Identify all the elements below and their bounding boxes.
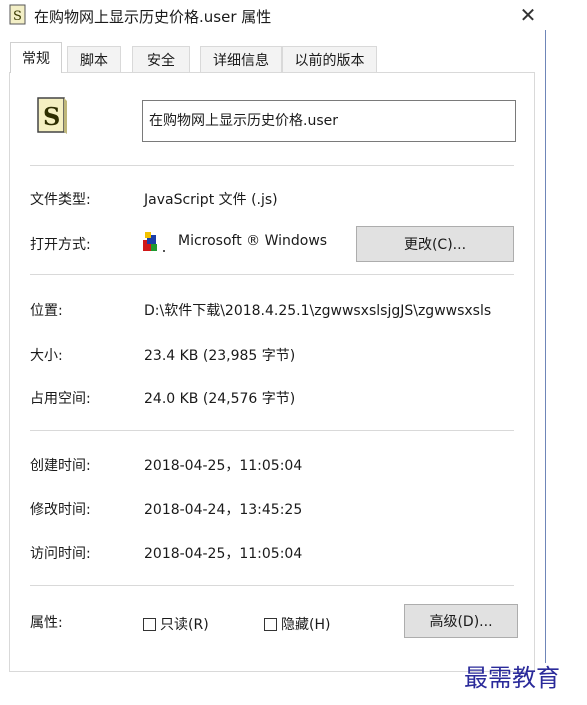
close-button[interactable]: ✕ (508, 0, 548, 30)
open-with-label: 打开方式: (30, 237, 91, 253)
tab-previous-versions[interactable]: 以前的版本 (282, 46, 377, 72)
separator (30, 165, 514, 166)
hidden-checkbox[interactable]: 隐藏(H) (264, 614, 330, 634)
tab-details[interactable]: 详细信息 (200, 46, 282, 72)
size-value: 23.4 KB (23,985 字节) (144, 348, 296, 364)
close-icon: ✕ (519, 3, 537, 27)
file-type-label: 文件类型: (30, 192, 91, 208)
script-file-icon: S (37, 97, 67, 134)
disk-size-label: 占用空间: (30, 391, 91, 407)
hidden-label: 隐藏(H) (281, 617, 331, 633)
checkbox-box[interactable] (143, 617, 156, 631)
created-label: 创建时间: (30, 458, 91, 474)
windows-host-icon (143, 232, 165, 252)
script-file-icon: S (9, 4, 26, 25)
readonly-checkbox[interactable]: 只读(R) (143, 614, 209, 634)
general-tab-panel (9, 72, 535, 672)
modified-label: 修改时间: (30, 502, 91, 518)
size-label: 大小: (30, 348, 63, 364)
window-title: 在购物网上显示历史价格.user 属性 (34, 8, 272, 26)
separator (30, 430, 514, 431)
modified-value: 2018-04-24，13:45:25 (144, 502, 303, 518)
title-bar: S 在购物网上显示历史价格.user 属性 ✕ (0, 0, 587, 36)
separator (30, 585, 514, 586)
open-with-value: Microsoft ® Windows (178, 233, 328, 249)
readonly-label: 只读(R) (160, 617, 209, 633)
watermark-text: 最需教育 (464, 664, 560, 692)
checkbox-box[interactable] (264, 617, 277, 631)
advanced-button[interactable]: 高级(D)... (404, 604, 518, 638)
location-value: D:\软件下载\2018.4.25.1\zgwwsxslsjgJS\zgwwsx… (144, 303, 492, 319)
tab-security[interactable]: 安全 (132, 46, 190, 72)
file-name-field[interactable]: 在购物网上显示历史价格.user (142, 100, 516, 142)
window-border (545, 30, 546, 663)
tab-general[interactable]: 常规 (10, 42, 62, 73)
change-button[interactable]: 更改(C)... (356, 226, 514, 262)
svg-text:S: S (13, 9, 22, 24)
accessed-label: 访问时间: (30, 546, 91, 562)
disk-size-value: 24.0 KB (24,576 字节) (144, 391, 296, 407)
created-value: 2018-04-25，11:05:04 (144, 458, 303, 474)
svg-text:S: S (43, 102, 60, 131)
file-type-value: JavaScript 文件 (.js) (144, 192, 278, 208)
tab-script[interactable]: 脚本 (67, 46, 121, 72)
attributes-label: 属性: (30, 615, 63, 631)
accessed-value: 2018-04-25，11:05:04 (144, 546, 303, 562)
separator (30, 274, 514, 275)
location-label: 位置: (30, 303, 63, 319)
